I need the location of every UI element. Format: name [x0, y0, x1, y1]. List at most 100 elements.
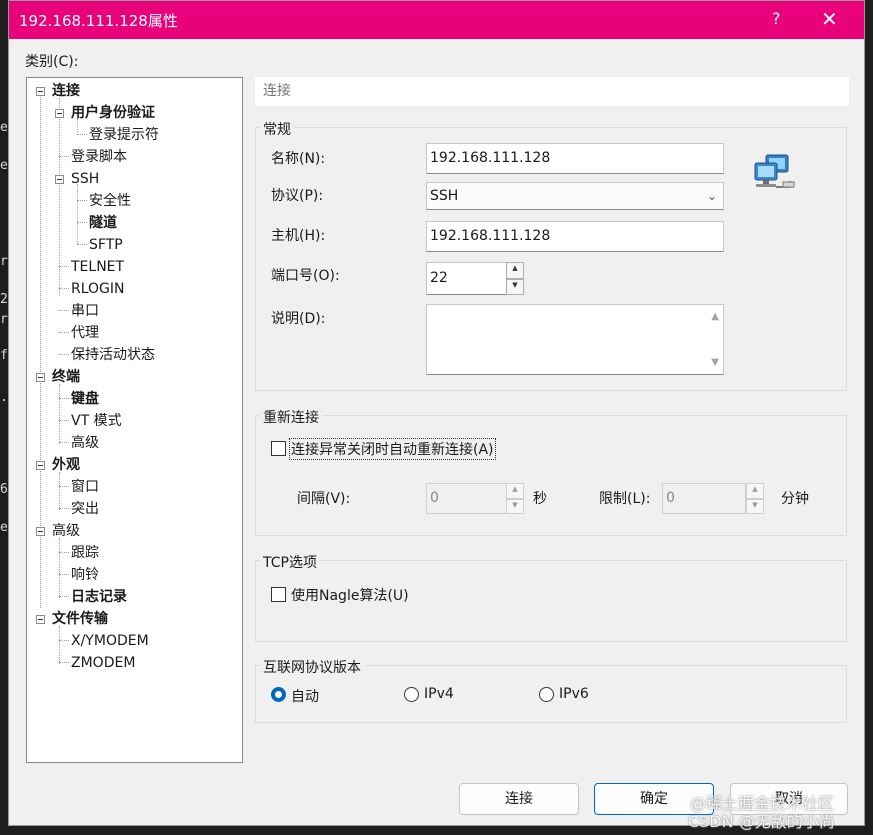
tree-line — [59, 640, 69, 641]
properties-dialog: 192.168.111.128属性 ? ✕ 类别(C): 连接 用户身份验证 登… — [8, 0, 865, 826]
tree-line — [59, 596, 69, 597]
tree-item-keyboard[interactable]: 键盘 — [71, 389, 99, 409]
limit-input[interactable]: 0 — [662, 483, 746, 514]
tree-item-xymodem[interactable]: X/YMODEM — [71, 631, 149, 651]
tree-line — [59, 354, 69, 355]
reconnect-group — [255, 415, 847, 536]
scroll-up-icon[interactable]: ▲ — [711, 311, 719, 322]
tree-item-login-script[interactable]: 登录脚本 — [71, 147, 127, 167]
port-spinner[interactable]: ▲ ▼ — [506, 262, 524, 295]
nagle-label[interactable]: 使用Nagle算法(U) — [291, 585, 409, 605]
collapse-icon[interactable] — [55, 109, 64, 118]
bg-char: e — [0, 120, 8, 135]
tree-item-serial[interactable]: 串口 — [71, 301, 99, 321]
bg-char: 6 — [0, 482, 8, 497]
radio-ipv6-label[interactable]: IPv6 — [559, 686, 589, 702]
tree-item-highlight[interactable]: 突出 — [71, 499, 99, 519]
collapse-icon[interactable] — [36, 461, 45, 470]
tree-item-window[interactable]: 窗口 — [71, 477, 99, 497]
collapse-icon[interactable] — [36, 373, 45, 382]
scroll-down-icon[interactable]: ▼ — [711, 357, 719, 368]
protocol-select[interactable]: SSH ⌄ — [426, 182, 724, 210]
connect-button[interactable]: 连接 — [459, 783, 579, 815]
radio-ipv4-label[interactable]: IPv4 — [424, 686, 454, 702]
spin-down-icon[interactable]: ▼ — [746, 498, 764, 514]
collapse-icon[interactable] — [36, 527, 45, 536]
host-input[interactable]: 192.168.111.128 — [426, 221, 724, 252]
close-button[interactable]: ✕ — [821, 7, 838, 31]
tree-item-appearance[interactable]: 外观 — [52, 455, 80, 475]
tree-item-logging[interactable]: 日志记录 — [71, 587, 127, 607]
collapse-icon[interactable] — [36, 87, 45, 96]
tree-item-connection[interactable]: 连接 — [52, 81, 80, 101]
spin-down-icon[interactable]: ▼ — [506, 498, 524, 514]
auto-reconnect-checkbox[interactable] — [271, 441, 286, 456]
collapse-icon[interactable] — [55, 175, 64, 184]
spin-up-icon[interactable]: ▲ — [746, 483, 764, 499]
tree-line — [59, 574, 69, 575]
tree-item-keepalive[interactable]: 保持活动状态 — [71, 345, 155, 365]
radio-auto-label[interactable]: 自动 — [291, 686, 319, 706]
limit-spinner[interactable]: ▲ ▼ — [746, 483, 764, 514]
title-bar[interactable]: 192.168.111.128属性 ? ✕ — [9, 1, 864, 39]
tree-item-sftp[interactable]: SFTP — [89, 235, 123, 255]
tree-item-trace[interactable]: 跟踪 — [71, 543, 99, 563]
tree-item-bell[interactable]: 响铃 — [71, 565, 99, 585]
tree-line — [77, 200, 87, 201]
tree-item-zmodem[interactable]: ZMODEM — [71, 653, 135, 673]
host-label: 主机(H): — [271, 228, 326, 244]
tree-line — [59, 398, 69, 399]
help-button[interactable]: ? — [772, 9, 781, 28]
radio-ipv4[interactable] — [404, 687, 419, 702]
tree-item-telnet[interactable]: TELNET — [71, 257, 124, 277]
spin-up-icon[interactable]: ▲ — [506, 483, 524, 499]
tree-item-auth[interactable]: 用户身份验证 — [71, 103, 155, 123]
interval-spinner[interactable]: ▲ ▼ — [506, 483, 524, 514]
watermark-line-2: CSDN @无敌的小尚 — [688, 812, 835, 831]
interval-unit: 秒 — [533, 491, 547, 507]
tree-line — [59, 266, 69, 267]
tree-item-proxy[interactable]: 代理 — [71, 323, 99, 343]
tree-item-ssh[interactable]: SSH — [71, 169, 99, 189]
tree-item-rlogin[interactable]: RLOGIN — [71, 279, 125, 299]
port-input[interactable]: 22 — [426, 262, 508, 295]
interval-label: 间隔(V): — [297, 491, 351, 507]
tree-item-security[interactable]: 安全性 — [89, 191, 131, 211]
tree-item-file-transfer[interactable]: 文件传输 — [52, 609, 108, 629]
spin-down-icon[interactable]: ▼ — [506, 278, 524, 295]
tree-line — [77, 134, 87, 135]
tree-item-vt-mode[interactable]: VT 模式 — [71, 411, 122, 431]
protocol-label: 协议(P): — [271, 188, 324, 204]
bg-char: 2 — [0, 292, 8, 307]
limit-unit: 分钟 — [781, 491, 809, 507]
bg-char: f — [0, 348, 8, 363]
nagle-checkbox[interactable] — [271, 587, 286, 602]
general-group-title: 常规 — [260, 119, 294, 139]
spin-up-icon[interactable]: ▲ — [506, 262, 524, 279]
limit-label: 限制(L): — [599, 491, 651, 507]
category-tree[interactable]: 连接 用户身份验证 登录提示符 登录脚本 SSH 安全性 隧道 SFTP TEL… — [26, 77, 243, 763]
tree-item-terminal-advanced[interactable]: 高级 — [71, 433, 99, 453]
tree-line — [59, 310, 69, 311]
name-input[interactable]: 192.168.111.128 — [426, 143, 724, 174]
tree-item-tunnel[interactable]: 隧道 — [89, 213, 117, 233]
protocol-value: SSH — [430, 188, 459, 204]
radio-auto[interactable] — [271, 687, 286, 702]
interval-input[interactable]: 0 — [426, 483, 508, 514]
tree-item-terminal[interactable]: 终端 — [52, 367, 80, 387]
port-label: 端口号(O): — [271, 268, 340, 284]
auto-reconnect-label[interactable]: 连接异常关闭时自动重新连接(A) — [289, 438, 496, 460]
tree-item-login-prompt[interactable]: 登录提示符 — [89, 125, 159, 145]
bg-char: . — [0, 390, 8, 405]
tree-line — [59, 538, 60, 598]
radio-ipv6[interactable] — [539, 687, 554, 702]
chevron-down-icon: ⌄ — [706, 189, 717, 203]
tree-line — [59, 332, 69, 333]
tree-line — [59, 384, 60, 444]
tree-line — [59, 288, 69, 289]
description-textarea[interactable]: ▲ ▼ — [426, 304, 724, 375]
bg-char: e — [0, 520, 8, 535]
collapse-icon[interactable] — [36, 615, 45, 624]
tree-item-advanced[interactable]: 高级 — [52, 521, 80, 541]
tree-line — [59, 472, 60, 510]
